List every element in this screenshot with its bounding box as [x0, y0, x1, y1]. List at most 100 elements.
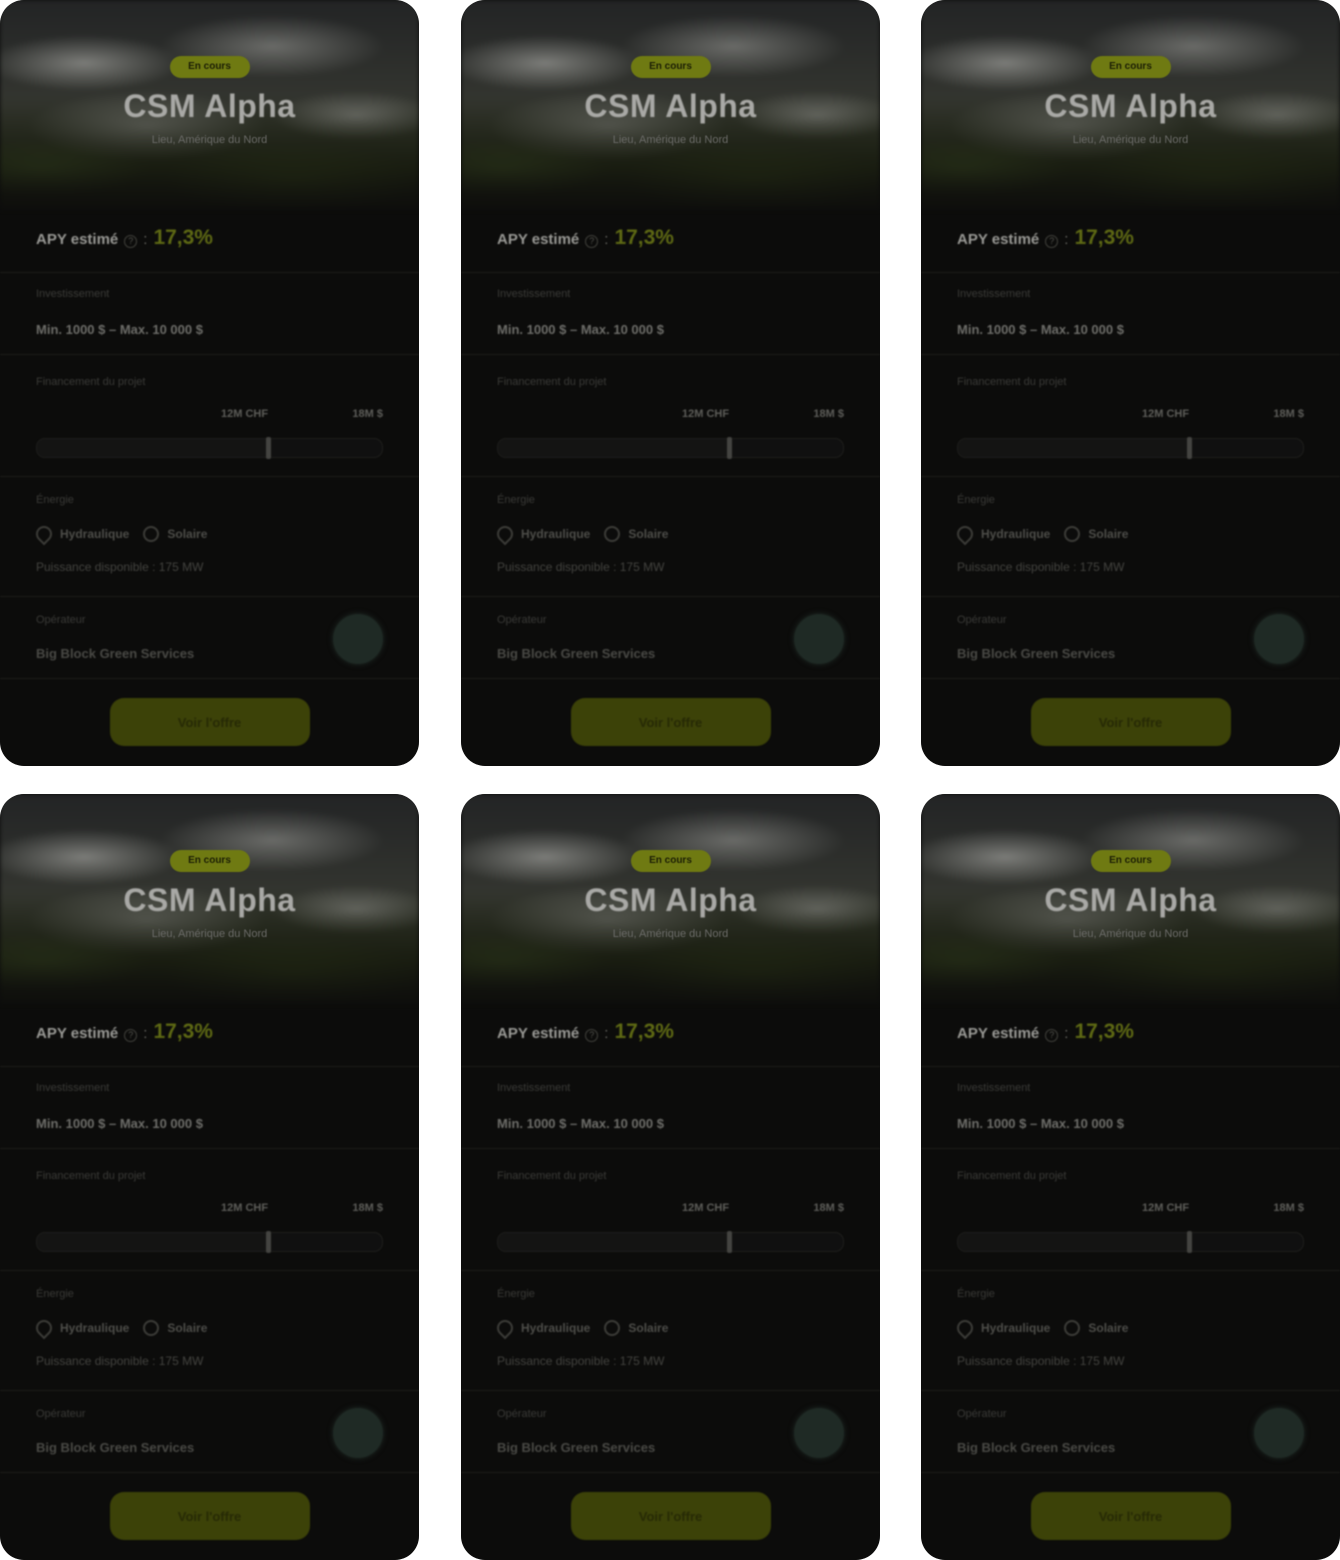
- energy-type-label: Hydraulique: [981, 527, 1051, 541]
- funding-label: Financement du projet: [957, 376, 1067, 388]
- energy-label: Énergie: [957, 1288, 995, 1300]
- apy-label: APY estimé: [497, 231, 580, 248]
- apy-label: APY estimé: [497, 1025, 580, 1042]
- divider: [461, 1270, 880, 1271]
- divider: [921, 1472, 1340, 1473]
- info-icon[interactable]: ?: [1045, 1029, 1059, 1042]
- divider: [921, 1066, 1340, 1067]
- operator-logo: [1254, 1408, 1304, 1458]
- offer-card[interactable]: En cours CSM Alpha Lieu, Amérique du Nor…: [0, 794, 419, 1560]
- divider: [0, 272, 419, 273]
- info-icon[interactable]: ?: [585, 1029, 599, 1042]
- funding-label: Financement du projet: [36, 1170, 146, 1182]
- operator-label: Opérateur: [497, 614, 547, 626]
- funding-amounts: 12M CHF 18M $: [957, 1202, 1304, 1218]
- funding-raised: 12M CHF: [221, 1202, 269, 1214]
- funding-goal: 18M $: [1273, 408, 1304, 420]
- info-icon[interactable]: ?: [585, 235, 599, 248]
- water-drop-icon: [32, 1316, 56, 1340]
- info-icon[interactable]: ?: [124, 1029, 138, 1042]
- available-power: Puissance disponible : 175 MW: [957, 1354, 1125, 1368]
- offer-location: Lieu, Amérique du Nord: [1072, 134, 1189, 146]
- divider: [461, 1472, 880, 1473]
- operator-logo: [333, 614, 383, 664]
- offer-title: CSM Alpha: [123, 882, 296, 918]
- funding-label: Financement du projet: [36, 376, 146, 388]
- funding-label: Financement du projet: [497, 1170, 607, 1182]
- energy-type-label: Hydraulique: [60, 527, 130, 541]
- energy-types: Hydraulique Solaire: [32, 1316, 383, 1340]
- investment-value: Min. 1000 $ – Max. 10 000 $: [957, 1116, 1124, 1131]
- funding-progress-marker: [1187, 1231, 1193, 1253]
- operator-label: Opérateur: [36, 1408, 86, 1420]
- offer-title: CSM Alpha: [1044, 88, 1217, 124]
- view-offer-button[interactable]: Voir l'offre: [109, 1492, 310, 1540]
- operator-label: Opérateur: [957, 1408, 1007, 1420]
- offer-card[interactable]: En cours CSM Alpha Lieu, Amérique du Nor…: [921, 794, 1340, 1560]
- funding-goal: 18M $: [813, 1202, 844, 1214]
- energy-label: Énergie: [36, 1288, 74, 1300]
- apy-row: APY estimé ? : 17,3%: [36, 1020, 383, 1050]
- funding-amounts: 12M CHF 18M $: [36, 408, 383, 424]
- investment-value: Min. 1000 $ – Max. 10 000 $: [36, 322, 203, 337]
- offer-card[interactable]: En cours CSM Alpha Lieu, Amérique du Nor…: [461, 794, 880, 1560]
- funding-progress-bar: [497, 1231, 844, 1253]
- view-offer-button[interactable]: Voir l'offre: [1030, 698, 1231, 746]
- sun-icon: [604, 526, 621, 542]
- funding-progress-fill: [958, 439, 1190, 457]
- energy-label: Énergie: [36, 494, 74, 506]
- operator-logo: [794, 614, 844, 664]
- apy-colon: :: [1064, 231, 1069, 248]
- status-badge: En cours: [1090, 850, 1171, 872]
- operator-name: Big Block Green Services: [497, 646, 656, 661]
- apy-label: APY estimé: [957, 231, 1040, 248]
- energy-solar: Solaire: [143, 1320, 207, 1336]
- offer-card[interactable]: En cours CSM Alpha Lieu, Amérique du Nor…: [921, 0, 1340, 766]
- funding-raised: 12M CHF: [682, 408, 730, 420]
- offer-title: CSM Alpha: [584, 88, 757, 124]
- view-offer-button[interactable]: Voir l'offre: [1030, 1492, 1231, 1540]
- funding-amounts: 12M CHF 18M $: [497, 1202, 844, 1218]
- apy-label: APY estimé: [957, 1025, 1040, 1042]
- sun-icon: [143, 526, 160, 542]
- divider: [461, 1148, 880, 1149]
- operator-logo: [794, 1408, 844, 1458]
- divider: [0, 678, 419, 679]
- funding-goal: 18M $: [352, 408, 383, 420]
- funding-progress-marker: [266, 437, 272, 459]
- offer-location: Lieu, Amérique du Nord: [1072, 928, 1189, 940]
- sun-icon: [1064, 1320, 1081, 1336]
- energy-hydro: Hydraulique: [32, 1316, 129, 1340]
- view-offer-button[interactable]: Voir l'offre: [570, 1492, 771, 1540]
- divider: [461, 354, 880, 355]
- energy-solar: Solaire: [1064, 1320, 1128, 1336]
- water-drop-icon: [953, 522, 977, 546]
- funding-amounts: 12M CHF 18M $: [957, 408, 1304, 424]
- apy-colon: :: [604, 1025, 609, 1042]
- offers-grid: En cours CSM Alpha Lieu, Amérique du Nor…: [0, 0, 1340, 1560]
- view-offer-button[interactable]: Voir l'offre: [570, 698, 771, 746]
- energy-solar: Solaire: [604, 526, 668, 542]
- energy-type-label: Hydraulique: [981, 1321, 1051, 1335]
- offer-card[interactable]: En cours CSM Alpha Lieu, Amérique du Nor…: [0, 0, 419, 766]
- offer-location: Lieu, Amérique du Nord: [612, 928, 729, 940]
- divider: [461, 1390, 880, 1391]
- apy-value: 17,3%: [614, 226, 674, 249]
- divider: [921, 1270, 1340, 1271]
- energy-hydro: Hydraulique: [32, 522, 130, 546]
- funding-raised: 12M CHF: [1142, 1202, 1190, 1214]
- funding-goal: 18M $: [352, 1202, 383, 1214]
- info-icon[interactable]: ?: [1045, 235, 1059, 248]
- funding-progress-marker: [727, 1231, 733, 1253]
- apy-row: APY estimé ? : 17,3%: [497, 226, 844, 256]
- view-offer-button[interactable]: Voir l'offre: [109, 698, 310, 746]
- offer-card[interactable]: En cours CSM Alpha Lieu, Amérique du Nor…: [461, 0, 880, 766]
- divider: [921, 272, 1340, 273]
- info-icon[interactable]: ?: [124, 235, 138, 248]
- divider: [0, 1270, 419, 1271]
- energy-type-label: Solaire: [628, 1321, 669, 1335]
- offer-details: APY estimé ? : 17,3% Investissement Min.…: [921, 210, 1340, 766]
- apy-value: 17,3%: [1074, 226, 1134, 249]
- offer-details: APY estimé ? : 17,3% Investissement Min.…: [0, 1004, 419, 1560]
- energy-solar: Solaire: [1064, 526, 1128, 542]
